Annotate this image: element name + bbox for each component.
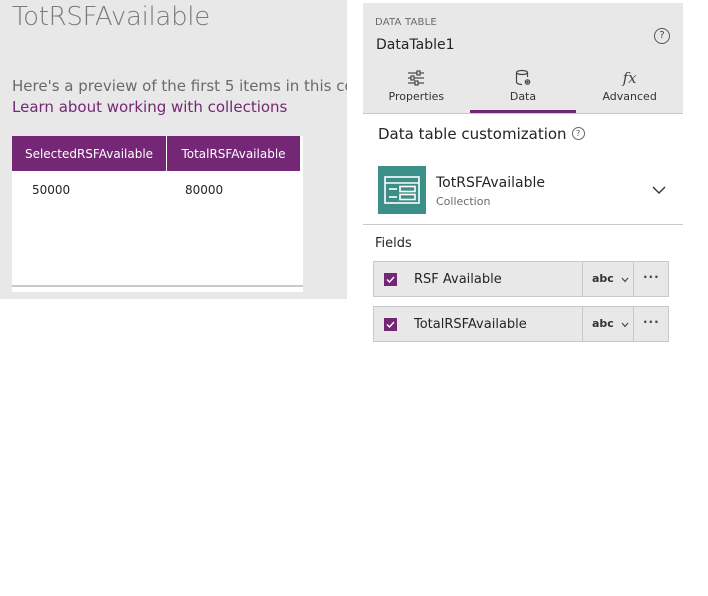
- preview-title: TotRSFAvailable: [12, 2, 210, 32]
- table-tile-icon: [378, 166, 426, 214]
- database-settings-icon: [513, 69, 533, 89]
- field-type-label: abc: [592, 272, 614, 285]
- section-title: Data table customization?: [378, 125, 585, 143]
- panel-tabs: Properties Data fx Advanced: [363, 65, 683, 113]
- field-type-label: abc: [592, 317, 614, 330]
- sliders-icon: [406, 69, 426, 89]
- control-name[interactable]: DataTable1: [376, 37, 455, 53]
- help-icon[interactable]: ?: [571, 126, 585, 140]
- field-name: RSF Available: [414, 272, 502, 287]
- data-source-selector[interactable]: TotRSFAvailable Collection: [363, 163, 683, 224]
- fields-title: Fields: [375, 236, 412, 251]
- section-title-text: Data table customization: [378, 125, 567, 143]
- tab-properties[interactable]: Properties: [363, 65, 470, 113]
- field-type-dropdown[interactable]: abc: [582, 262, 633, 296]
- table-cell: 50000: [32, 183, 71, 197]
- tab-label: Advanced: [602, 90, 657, 103]
- tab-label: Properties: [388, 90, 445, 103]
- field-name: TotalRSFAvailable: [414, 317, 527, 332]
- learn-collections-link[interactable]: Learn about working with collections: [12, 98, 287, 116]
- horizontal-scrollbar[interactable]: [12, 285, 303, 287]
- more-icon: ···: [643, 315, 660, 329]
- table-header: SelectedRSFAvailable TotalRSFAvailable: [12, 136, 301, 171]
- preview-description: Here's a preview of the first 5 items in…: [12, 77, 347, 95]
- fx-icon: fx: [622, 69, 637, 87]
- control-type-label: DATA TABLE: [375, 17, 437, 28]
- table-cell: 80000: [185, 183, 224, 197]
- chevron-down-icon: [621, 322, 629, 328]
- column-header[interactable]: SelectedRSFAvailable: [12, 136, 167, 171]
- more-options-button[interactable]: ···: [633, 307, 668, 341]
- properties-panel: DATA TABLE DataTable1 ? Properties Data …: [363, 3, 683, 343]
- field-checkbox[interactable]: [384, 273, 397, 286]
- more-options-button[interactable]: ···: [633, 262, 668, 296]
- collection-preview: TotRSFAvailable Here's a preview of the …: [0, 0, 347, 299]
- help-icon[interactable]: ?: [654, 28, 670, 44]
- chevron-down-icon: [621, 277, 629, 283]
- column-header[interactable]: TotalRSFAvailable: [167, 136, 301, 171]
- divider: [363, 113, 683, 114]
- chevron-down-icon[interactable]: [652, 183, 666, 197]
- field-checkbox[interactable]: [384, 318, 397, 331]
- field-row[interactable]: RSF Available abc ···: [373, 261, 669, 297]
- data-source-type: Collection: [436, 195, 491, 208]
- panel-header: DATA TABLE DataTable1 ? Properties Data …: [363, 3, 683, 113]
- tab-data[interactable]: Data: [469, 65, 577, 113]
- data-source-name: TotRSFAvailable: [436, 175, 545, 191]
- divider: [363, 224, 683, 225]
- table-row[interactable]: 50000 80000: [12, 171, 301, 209]
- field-type-dropdown[interactable]: abc: [582, 307, 633, 341]
- field-row[interactable]: TotalRSFAvailable abc ···: [373, 306, 669, 342]
- tab-label: Data: [509, 90, 537, 103]
- preview-table: SelectedRSFAvailable TotalRSFAvailable 5…: [12, 136, 303, 292]
- more-icon: ···: [643, 270, 660, 284]
- tab-advanced[interactable]: fx Advanced: [576, 65, 683, 113]
